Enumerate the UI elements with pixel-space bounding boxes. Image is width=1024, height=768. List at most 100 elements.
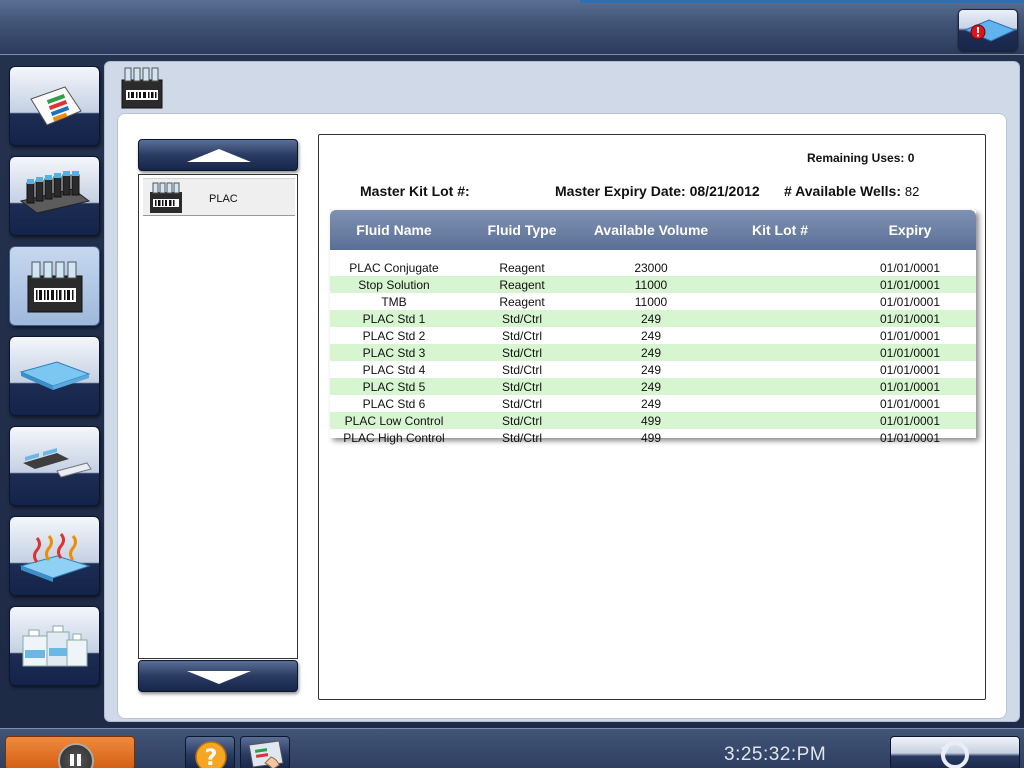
cell-fluid-type: Std/Ctrl	[501, 430, 542, 445]
cell-expiry: 01/01/0001	[879, 328, 941, 343]
cell-available-volume: 249	[640, 328, 662, 343]
table-header: Fluid Name Fluid Type Available Volume K…	[330, 210, 976, 250]
table-row[interactable]: PLAC High Control Std/Ctrl 499 01/01/0001	[330, 429, 976, 446]
cell-available-volume: 499	[640, 413, 662, 428]
cell-fluid-type: Reagent	[499, 294, 545, 309]
cell-available-volume: 249	[640, 396, 662, 411]
pause-button[interactable]	[5, 736, 135, 768]
cell-expiry: 01/01/0001	[879, 277, 941, 292]
cell-fluid-name: PLAC Std 5	[362, 379, 426, 394]
cell-expiry: 01/01/0001	[879, 413, 941, 428]
top-accent-line	[580, 0, 1024, 3]
scroll-up-button[interactable]	[138, 139, 298, 171]
cell-expiry: 01/01/0001	[879, 362, 941, 377]
table-row[interactable]: PLAC Conjugate Reagent 23000 01/01/0001	[330, 259, 976, 276]
cell-expiry: 01/01/0001	[879, 311, 941, 326]
incubator-heat-icon	[18, 533, 91, 582]
help-button[interactable]: ?	[185, 736, 235, 768]
fluids-table: Fluid Name Fluid Type Available Volume K…	[330, 210, 976, 445]
cell-available-volume: 249	[640, 379, 662, 394]
cell-available-volume: 249	[640, 345, 662, 360]
column-header-kit-lot[interactable]: Kit Lot #	[716, 222, 844, 238]
table-row[interactable]: PLAC Std 2 Std/Ctrl 249 01/01/0001	[330, 327, 976, 344]
cell-expiry: 01/01/0001	[879, 345, 941, 360]
table-row[interactable]: Stop Solution Reagent 11000 01/01/0001	[330, 276, 976, 293]
cell-fluid-type: Std/Ctrl	[501, 328, 542, 343]
table-row[interactable]: TMB Reagent 11000 01/01/0001	[330, 293, 976, 310]
nav-button-protocols[interactable]	[9, 66, 100, 146]
cell-expiry: 01/01/0001	[879, 430, 941, 445]
nav-button-kit-inventory[interactable]	[9, 246, 100, 326]
reagent-rack-icon	[19, 171, 90, 214]
washer-icon	[22, 448, 92, 478]
bottom-bar	[0, 728, 1024, 768]
cell-fluid-type: Std/Ctrl	[501, 362, 542, 377]
cell-available-volume: 249	[640, 362, 662, 377]
cell-fluid-name: PLAC Low Control	[344, 413, 444, 428]
pause-icon	[58, 743, 94, 768]
cell-available-volume: 23000	[634, 260, 668, 275]
cell-fluid-name: PLAC Std 1	[362, 311, 426, 326]
warning-exclamation-icon	[963, 19, 1017, 42]
cell-fluid-name: PLAC Conjugate	[349, 260, 439, 275]
nav-button-plates[interactable]	[9, 336, 100, 416]
scroll-down-button[interactable]	[138, 660, 298, 692]
reagent-bottles-icon	[22, 625, 87, 667]
remaining-uses-value: 0	[907, 151, 915, 165]
table-row[interactable]: PLAC Std 4 Std/Ctrl 249 01/01/0001	[330, 361, 976, 378]
touch-calibrate-button[interactable]	[240, 736, 290, 768]
available-wells: # Available Wells: 82	[784, 183, 919, 199]
nav-button-reagents[interactable]	[9, 156, 100, 236]
table-row[interactable]: PLAC Std 5 Std/Ctrl 249 01/01/0001	[330, 378, 976, 395]
undo-arrow-icon	[941, 741, 969, 768]
kit-icon	[150, 182, 182, 213]
table-row[interactable]: PLAC Low Control Std/Ctrl 499 01/01/0001	[330, 412, 976, 429]
kit-inventory-icon	[27, 261, 82, 313]
cell-fluid-type: Std/Ctrl	[501, 379, 542, 394]
table-body: PLAC Conjugate Reagent 23000 01/01/0001 Stop…	[330, 250, 976, 446]
master-expiry-value: 08/21/2012	[689, 183, 760, 199]
cell-fluid-type: Reagent	[499, 260, 545, 275]
cell-expiry: 01/01/0001	[879, 260, 941, 275]
master-expiry: Master Expiry Date: 08/21/2012	[555, 183, 761, 199]
arrow-down-icon	[187, 671, 251, 684]
kit-list: PLAC	[138, 174, 298, 659]
remaining-uses-label: Remaining Uses:	[807, 151, 905, 165]
available-wells-value: 82	[904, 184, 920, 199]
cell-fluid-type: Reagent	[499, 277, 545, 292]
cell-fluid-name: PLAC Std 6	[362, 396, 426, 411]
available-wells-label: # Available Wells:	[784, 183, 901, 199]
cell-expiry: 01/01/0001	[879, 379, 941, 394]
cell-fluid-name: PLAC Std 3	[362, 345, 426, 360]
cell-fluid-type: Std/Ctrl	[501, 413, 542, 428]
list-item[interactable]: PLAC	[143, 178, 295, 216]
column-header-expiry[interactable]: Expiry	[844, 222, 976, 238]
back-undo-button[interactable]	[890, 736, 1020, 768]
column-header-fluid-type[interactable]: Fluid Type	[458, 222, 586, 238]
table-row[interactable]: PLAC Std 6 Std/Ctrl 249 01/01/0001	[330, 395, 976, 412]
cell-expiry: 01/01/0001	[879, 396, 941, 411]
table-row[interactable]: PLAC Std 3 Std/Ctrl 249 01/01/0001	[330, 344, 976, 361]
cell-fluid-name: PLAC Std 2	[362, 328, 426, 343]
column-header-available-volume[interactable]: Available Volume	[586, 222, 716, 238]
list-item-label: PLAC	[209, 193, 238, 205]
cell-fluid-name: PLAC Std 4	[362, 362, 426, 377]
cell-fluid-type: Std/Ctrl	[501, 311, 542, 326]
touchscreen-icon	[248, 740, 284, 768]
top-bar	[0, 0, 1024, 55]
column-header-fluid-name[interactable]: Fluid Name	[330, 222, 458, 238]
alert-button[interactable]	[958, 9, 1018, 51]
cell-fluid-name: PLAC High Control	[343, 430, 445, 445]
nav-button-fluids[interactable]	[9, 606, 100, 686]
help-question-icon: ?	[195, 741, 227, 768]
cell-expiry: 01/01/0001	[879, 294, 941, 309]
table-row[interactable]: PLAC Std 1 Std/Ctrl 249 01/01/0001	[330, 310, 976, 327]
remaining-uses: Remaining Uses: 0	[807, 151, 914, 165]
cell-fluid-name: TMB	[381, 294, 407, 309]
nav-button-incubator[interactable]	[9, 516, 100, 596]
nav-button-washer[interactable]	[9, 426, 100, 506]
svg-text:?: ?	[205, 746, 218, 768]
cell-available-volume: 249	[640, 311, 662, 326]
system-clock: 3:25:32:PM	[724, 744, 827, 765]
cell-available-volume: 11000	[634, 277, 668, 292]
